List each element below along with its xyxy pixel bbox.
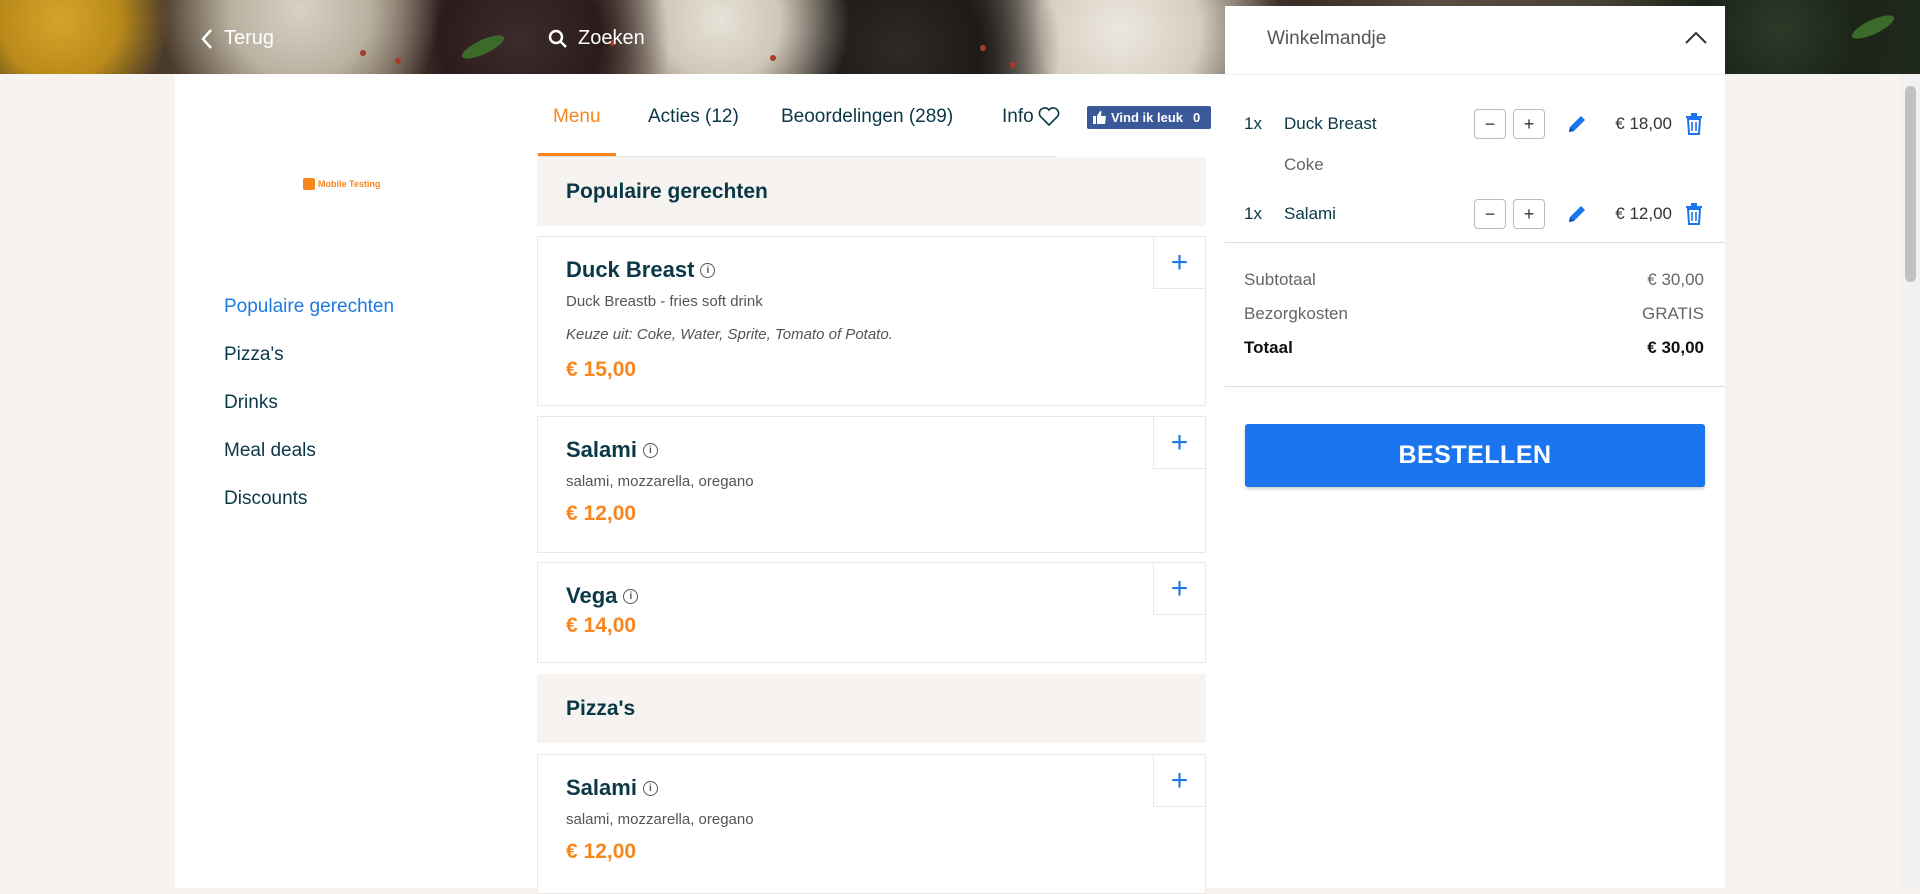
cart-item: 1x Salami − + € 12,00	[1244, 199, 1704, 229]
search-label: Zoeken	[578, 27, 645, 49]
subtotal-row: Subtotaal € 30,00	[1244, 270, 1704, 290]
dish-choice: Keuze uit: Coke, Water, Sprite, Tomato o…	[566, 326, 893, 343]
category-nav-item-discounts[interactable]: Discounts	[224, 488, 394, 536]
dish-name-text: Salami	[566, 775, 637, 800]
thumbs-up-icon	[1093, 111, 1106, 124]
cart-divider	[1225, 242, 1725, 243]
plus-icon: +	[1170, 571, 1189, 605]
shopping-cart: Winkelmandje 1x Duck Breast − + € 18,00 …	[1225, 6, 1725, 888]
cart-item-option: Coke	[1284, 155, 1324, 174]
add-dish-button[interactable]: +	[1153, 236, 1206, 289]
dish-name: Duck Breast i	[566, 257, 716, 283]
dish-price: € 12,00	[566, 502, 637, 525]
category-nav-item-drinks[interactable]: Drinks	[224, 392, 394, 440]
dish-name: Salami i	[566, 437, 658, 463]
category-nav-item-populaire[interactable]: Populaire gerechten	[224, 296, 394, 344]
chevron-left-icon	[201, 28, 212, 49]
tab-beoordelingen[interactable]: Beoordelingen (289)	[781, 106, 953, 128]
cart-item-qty: 1x	[1244, 114, 1262, 133]
delivery-cost-label: Bezorgkosten	[1244, 304, 1348, 323]
plus-icon: +	[1170, 245, 1189, 279]
plus-icon: +	[1170, 763, 1189, 797]
cart-header[interactable]: Winkelmandje	[1225, 6, 1725, 75]
dish-price: € 15,00	[566, 358, 637, 381]
logo-text: Mobile Testing	[318, 179, 381, 189]
tab-info[interactable]: Info	[1002, 106, 1034, 128]
info-icon[interactable]: i	[642, 780, 658, 796]
dish-name-text: Salami	[566, 437, 637, 462]
add-dish-button[interactable]: +	[1153, 416, 1206, 469]
delivery-cost-row: Bezorgkosten GRATIS	[1244, 304, 1704, 324]
cart-title: Winkelmandje	[1267, 28, 1387, 49]
dish-name-text: Duck Breast	[566, 257, 695, 282]
order-button[interactable]: BESTELLEN	[1245, 424, 1705, 487]
plus-icon: +	[1170, 425, 1189, 459]
dish-card-vega[interactable]: Vega i € 14,00 +	[537, 562, 1206, 663]
cart-item-name: Duck Breast	[1284, 114, 1377, 133]
restaurant-tabs: Menu Acties (12) Beoordelingen (289) Inf…	[538, 96, 1056, 157]
chevron-up-icon[interactable]	[1683, 28, 1709, 48]
dish-description: salami, mozzarella, oregano	[566, 473, 754, 490]
total-row: Totaal € 30,00	[1244, 338, 1704, 358]
cart-item-price: € 12,00	[1615, 204, 1672, 223]
category-nav-item-meal-deals[interactable]: Meal deals	[224, 440, 394, 488]
scrollbar-thumb[interactable]	[1905, 86, 1916, 282]
facebook-like-button[interactable]: Vind ik leuk 0	[1087, 106, 1211, 129]
dish-description: Duck Breastb - fries soft drink	[566, 293, 763, 310]
tab-menu[interactable]: Menu	[553, 106, 601, 128]
cart-divider	[1225, 386, 1725, 387]
facebook-like-count: 0	[1193, 110, 1201, 125]
pencil-icon[interactable]	[1566, 113, 1588, 135]
total-label: Totaal	[1244, 338, 1293, 357]
dish-description: salami, mozzarella, oregano	[566, 811, 754, 828]
search-button[interactable]: Zoeken	[548, 27, 645, 50]
tab-acties[interactable]: Acties (12)	[648, 106, 739, 128]
active-tab-indicator	[538, 153, 616, 156]
dish-name-text: Vega	[566, 583, 618, 608]
dish-card-duck-breast[interactable]: Duck Breast i Duck Breastb - fries soft …	[537, 236, 1206, 406]
pencil-icon[interactable]	[1566, 203, 1588, 225]
info-icon[interactable]: i	[700, 262, 716, 278]
cart-item: 1x Duck Breast − + € 18,00	[1244, 109, 1704, 139]
increase-qty-button[interactable]: +	[1513, 199, 1545, 229]
cart-item-qty: 1x	[1244, 204, 1262, 223]
dish-card-pizza-salami[interactable]: Salami i salami, mozzarella, oregano € 1…	[537, 754, 1206, 894]
add-dish-button[interactable]: +	[1153, 562, 1206, 615]
total-value: € 30,00	[1647, 338, 1704, 357]
section-header-pizzas: Pizza's	[537, 674, 1206, 743]
cart-item-price: € 18,00	[1615, 114, 1672, 133]
subtotal-value: € 30,00	[1647, 270, 1704, 289]
subtotal-label: Subtotaal	[1244, 270, 1316, 289]
decrease-qty-button[interactable]: −	[1474, 199, 1506, 229]
add-dish-button[interactable]: +	[1153, 754, 1206, 807]
search-icon	[548, 29, 567, 48]
section-header-populaire: Populaire gerechten	[537, 157, 1206, 226]
trash-icon[interactable]	[1684, 203, 1704, 225]
cart-item-name: Salami	[1284, 204, 1336, 223]
page-scrollbar[interactable]	[1901, 74, 1920, 888]
decrease-qty-button[interactable]: −	[1474, 109, 1506, 139]
increase-qty-button[interactable]: +	[1513, 109, 1545, 139]
dish-price: € 12,00	[566, 840, 637, 863]
info-icon[interactable]: i	[642, 442, 658, 458]
dish-card-salami[interactable]: Salami i salami, mozzarella, oregano € 1…	[537, 416, 1206, 553]
category-nav-item-pizzas[interactable]: Pizza's	[224, 344, 394, 392]
delivery-cost-value: GRATIS	[1641, 304, 1704, 323]
facebook-like-label: Vind ik leuk	[1111, 110, 1184, 125]
back-button[interactable]: Terug	[200, 27, 274, 50]
restaurant-logo: Mobile Testing	[303, 178, 380, 190]
category-nav: Populaire gerechten Pizza's Drinks Meal …	[224, 296, 394, 536]
heart-icon[interactable]	[1037, 104, 1061, 128]
dish-price: € 14,00	[566, 614, 637, 637]
trash-icon[interactable]	[1684, 113, 1704, 135]
dish-name: Vega i	[566, 583, 639, 609]
dish-name: Salami i	[566, 775, 658, 801]
back-label: Terug	[224, 27, 275, 49]
logo-mark-icon	[303, 178, 315, 190]
info-icon[interactable]: i	[623, 588, 639, 604]
